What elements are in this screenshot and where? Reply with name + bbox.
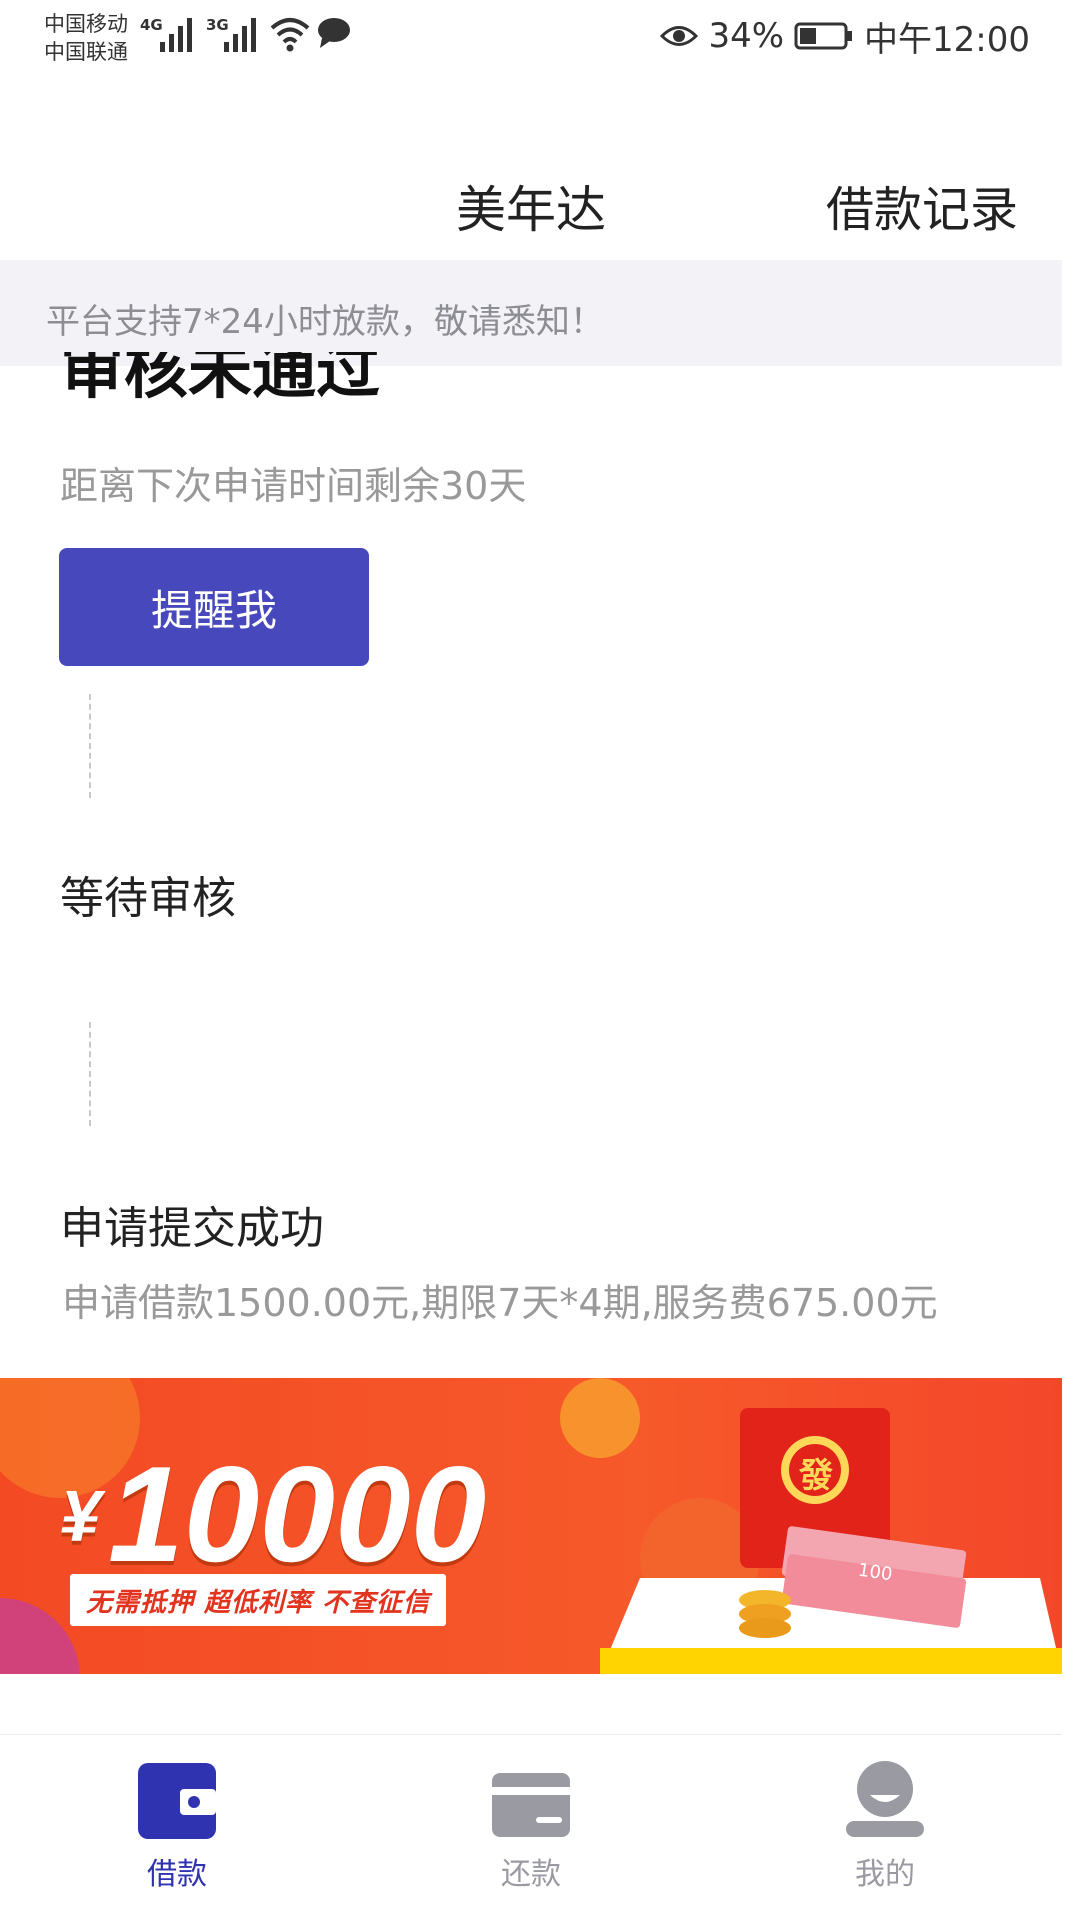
app-header: 美年达 借款记录 (0, 140, 1080, 260)
remind-me-button[interactable]: 提醒我 (59, 548, 369, 666)
step-waiting-review: 等待审核 (60, 873, 236, 924)
signal-icon (160, 18, 192, 52)
timeline-connector (89, 694, 91, 798)
battery-icon (794, 22, 853, 50)
battery-percent: 34% (708, 16, 785, 56)
user-icon (846, 1761, 924, 1839)
envelope-char: 發 (799, 1456, 833, 1496)
step-submitted: 申请提交成功 (60, 1203, 324, 1254)
nav-label-borrow: 借款 (147, 1857, 207, 1892)
message-icon (318, 18, 350, 48)
carrier-2: 中国联通 (44, 40, 128, 64)
bottom-nav: 借款 还款 我的 (0, 1734, 1062, 1921)
nav-label-repay: 还款 (501, 1857, 561, 1892)
nav-tab-mine[interactable]: 我的 (795, 1745, 975, 1893)
carrier-info: 中国移动 中国联通 (44, 10, 128, 66)
card-icon (492, 1761, 570, 1839)
notice-text: 平台支持7*24小时放款，敬请悉知！ (46, 302, 604, 342)
step-submitted-desc: 申请借款1500.00元,期限7天*4期,服务费675.00元 (62, 1281, 938, 1325)
nav-tab-borrow[interactable]: 借款 (87, 1745, 267, 1893)
wifi-icon (270, 18, 310, 52)
review-status-title: 审核未通过 (60, 352, 380, 408)
wallet-icon (138, 1761, 216, 1839)
banner-tagline: 无需抵押 超低利率 不查征信 (70, 1574, 446, 1626)
status-time: 中午12:00 (864, 19, 1030, 60)
status-bar: 中国移动 中国联通 4G 3G 34% 中午12:00 (0, 0, 1080, 76)
nav-tab-repay[interactable]: 还款 (441, 1745, 621, 1893)
timeline-connector (89, 1022, 91, 1126)
eye-icon (660, 26, 699, 46)
promo-banner[interactable]: 發 100 ¥10000 无需抵押 超低利率 不查征信 (0, 1378, 1062, 1674)
carrier-1: 中国移动 (44, 12, 128, 36)
signal-icon-2 (224, 18, 256, 52)
nav-label-mine: 我的 (855, 1857, 915, 1892)
review-status-subtitle: 距离下次申请时间剩余30天 (60, 464, 527, 508)
notice-bar: 平台支持7*24小时放款，敬请悉知！ (0, 260, 1062, 366)
loan-history-link[interactable]: 借款记录 (826, 170, 1018, 240)
status-right: 34% 中午12:00 (660, 14, 1030, 60)
banner-amount: ¥10000 (60, 1438, 487, 1590)
